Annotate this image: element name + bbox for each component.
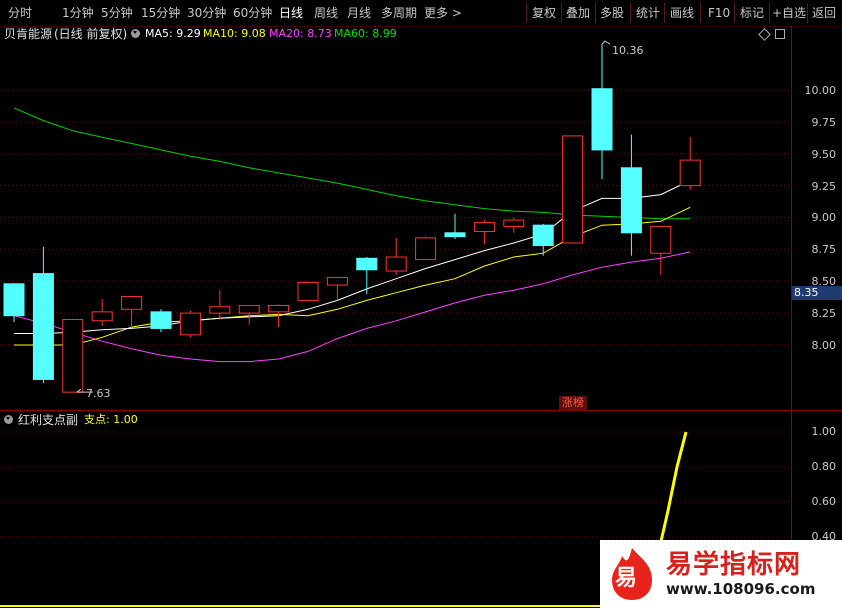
candle-body [532, 224, 554, 247]
high-price-label: 10.36 [612, 44, 644, 57]
candle-body [209, 306, 231, 314]
y-tick: 8.25 [811, 307, 837, 320]
ma60-line [13, 107, 691, 220]
high-marker [601, 40, 611, 45]
candle-body [32, 273, 54, 380]
y-tick: 10.00 [804, 84, 837, 97]
watermark-title: 易学指标网 [666, 550, 802, 580]
y-tick: 0.80 [811, 460, 837, 473]
y-tick: 9.00 [811, 211, 837, 224]
candlestick-chart [0, 40, 791, 607]
ma5-line [14, 180, 691, 334]
candle-body [179, 312, 201, 336]
logo-char: 易 [615, 566, 638, 591]
y-tick: 9.50 [811, 148, 837, 161]
candle-body [150, 311, 172, 329]
candle-body [268, 304, 290, 313]
y-tick: 8.75 [811, 243, 837, 256]
y-tick: 8.00 [811, 339, 837, 352]
indicator-name: 红利支点副 [18, 413, 79, 427]
candle-body [650, 225, 672, 254]
y-tick: 9.25 [811, 180, 837, 193]
ma10-line [14, 206, 691, 346]
candle-body [238, 304, 260, 314]
candle-body [473, 222, 495, 233]
site-watermark: 易 易学指标网 www.108096.com [600, 540, 842, 608]
candle-body [3, 283, 25, 317]
candle-body [679, 159, 701, 187]
candle-body [121, 296, 143, 310]
candle-body [503, 219, 525, 227]
candle-body [297, 282, 319, 301]
axis-divider [791, 26, 792, 608]
y-tick: 0.60 [811, 495, 837, 508]
indicator-settings-icon[interactable] [4, 412, 13, 428]
indicator-value-label: 支点: 1.00 [84, 413, 138, 426]
candle-body [91, 311, 113, 322]
zhangbang-badge[interactable]: 涨榜 [559, 396, 587, 410]
y-tick: 1.00 [811, 425, 837, 438]
low-price-label: 7.63 [86, 387, 111, 400]
candle-body [620, 167, 642, 234]
watermark-url: www.108096.com [666, 580, 816, 598]
candle-body [444, 232, 466, 238]
y-tick: 9.75 [811, 116, 837, 129]
candle-body [415, 237, 437, 261]
current-price-tag: 8.35 [792, 286, 842, 300]
sub-chart-infobar: 红利支点副 支点: 1.00 [0, 412, 842, 428]
candle-body [356, 257, 378, 271]
pane-divider [0, 410, 842, 411]
candle-body [62, 319, 84, 393]
candle-body [385, 256, 407, 272]
candle-body [326, 276, 348, 286]
candle-body [562, 135, 584, 244]
candle-body [591, 88, 613, 151]
